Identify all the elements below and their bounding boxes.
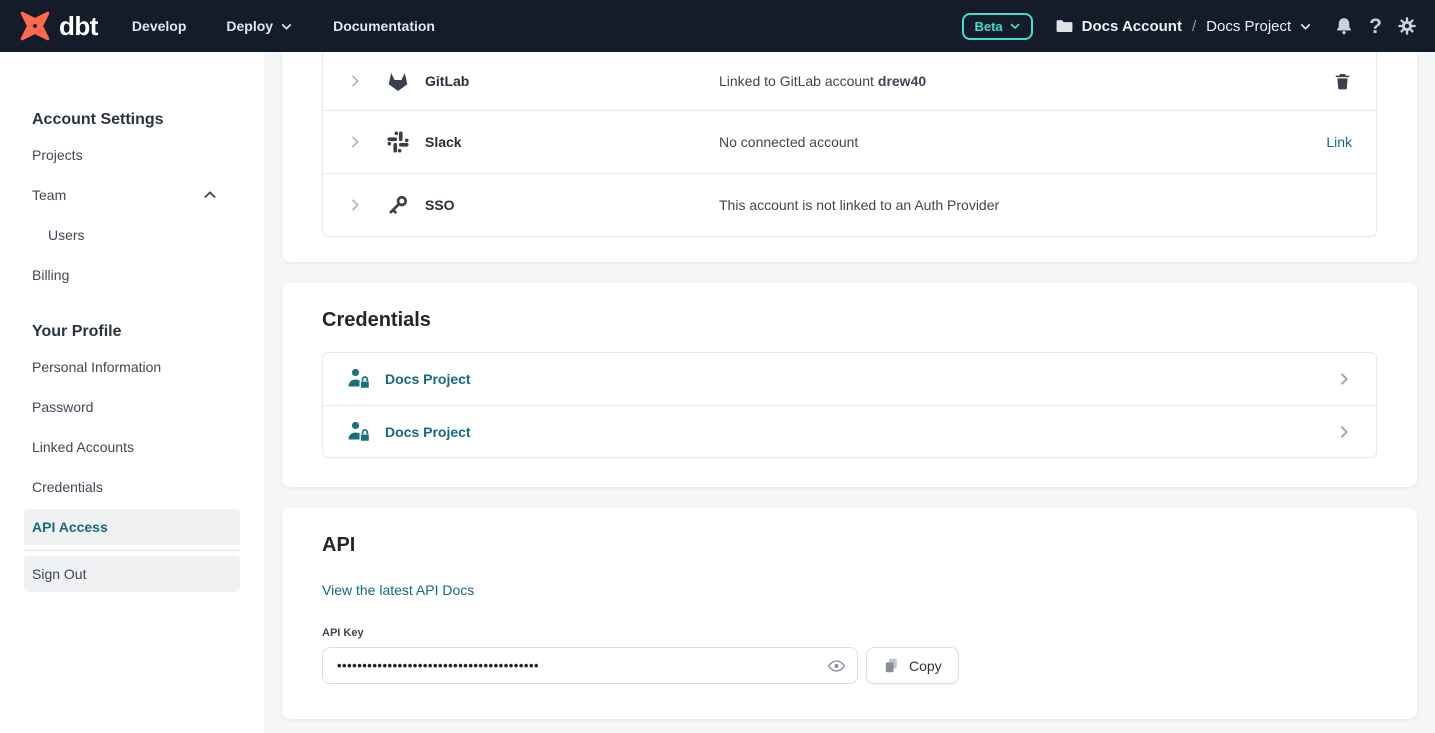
credentials-card: Credentials Docs Project: [282, 283, 1417, 487]
credential-row[interactable]: Docs Project: [323, 405, 1376, 457]
breadcrumb-separator: /: [1192, 18, 1196, 35]
api-key-label: API Key: [322, 627, 1377, 639]
account-status: Linked to GitLab accountdrew40: [719, 73, 1333, 89]
nav-items: Develop Deploy Documentation: [132, 18, 435, 34]
account-status: No connected account: [719, 134, 1326, 150]
table-row-gitlab: GitLab Linked to GitLab accountdrew40: [323, 52, 1376, 110]
sidebar-item-billing[interactable]: Billing: [0, 255, 264, 295]
chevron-up-icon: [202, 187, 218, 203]
api-docs-link[interactable]: View the latest API Docs: [322, 582, 474, 598]
reveal-eye-icon[interactable]: [827, 656, 846, 675]
navbar-right: Beta Docs Account / Docs Project ?: [962, 13, 1417, 40]
nav-documentation[interactable]: Documentation: [333, 18, 435, 34]
status-username: drew40: [878, 73, 926, 89]
expand-chevron-icon[interactable]: [347, 134, 363, 150]
credentials-table: Docs Project Docs Project: [322, 352, 1377, 458]
nav-develop[interactable]: Develop: [132, 18, 186, 34]
breadcrumb-project[interactable]: Docs Project: [1206, 18, 1291, 35]
api-card: API View the latest API Docs API Key: [282, 508, 1417, 719]
nav-deploy[interactable]: Deploy: [226, 18, 293, 34]
api-key-input-wrap: [322, 647, 858, 684]
key-icon: [385, 194, 411, 216]
nav-deploy-label: Deploy: [226, 18, 273, 34]
main-content: GitLab Linked to GitLab accountdrew40: [264, 52, 1435, 733]
breadcrumb: Docs Account / Docs Project: [1055, 17, 1313, 36]
table-row-sso: SSO This account is not linked to an Aut…: [323, 173, 1376, 236]
sidebar-heading-account-settings: Account Settings: [32, 111, 264, 129]
help-icon[interactable]: ?: [1369, 16, 1382, 37]
account-name: SSO: [425, 197, 719, 213]
sidebar-item-sign-out[interactable]: Sign Out: [24, 556, 240, 592]
beta-dropdown[interactable]: Beta: [962, 13, 1032, 40]
folder-icon: [1055, 17, 1074, 36]
sidebar-item-password[interactable]: Password: [0, 387, 264, 427]
user-lock-icon: [347, 367, 371, 391]
credentials-title: Credentials: [322, 309, 1377, 332]
copy-button[interactable]: Copy: [866, 647, 959, 684]
account-name: GitLab: [425, 73, 719, 89]
sidebar-item-projects[interactable]: Projects: [0, 135, 264, 175]
copy-icon: [883, 657, 900, 674]
account-status: This account is not linked to an Auth Pr…: [719, 197, 1352, 213]
credential-project-name: Docs Project: [385, 424, 1336, 440]
dbt-logo-text: dbt: [59, 11, 98, 42]
beta-label: Beta: [974, 19, 1002, 34]
account-name: Slack: [425, 134, 719, 150]
expand-chevron-icon[interactable]: [347, 197, 363, 213]
api-key-row: Copy: [322, 647, 1377, 684]
chevron-down-icon: [1009, 20, 1021, 32]
chevron-down-icon[interactable]: [1299, 20, 1312, 33]
settings-gear-icon[interactable]: [1397, 16, 1417, 36]
sidebar-divider: [24, 550, 240, 551]
notifications-bell-icon[interactable]: [1334, 16, 1354, 36]
api-key-input[interactable]: [322, 647, 858, 684]
chevron-right-icon: [1336, 371, 1352, 387]
table-row-slack: Slack No connected account Link: [323, 110, 1376, 173]
credential-row[interactable]: Docs Project: [323, 353, 1376, 405]
copy-button-label: Copy: [909, 658, 942, 674]
sidebar-item-api-access[interactable]: API Access: [24, 509, 240, 545]
sidebar-item-personal-information[interactable]: Personal Information: [0, 347, 264, 387]
sidebar-item-users[interactable]: Users: [0, 215, 264, 255]
top-navbar: dbt Develop Deploy Documentation Beta Do…: [0, 0, 1435, 52]
sidebar-item-team[interactable]: Team: [0, 175, 264, 215]
unlink-trash-icon[interactable]: [1333, 72, 1352, 91]
sidebar-item-linked-accounts[interactable]: Linked Accounts: [0, 427, 264, 467]
expand-chevron-icon[interactable]: [347, 73, 363, 89]
status-text: Linked to GitLab account: [719, 73, 874, 89]
link-account-button[interactable]: Link: [1326, 134, 1352, 150]
settings-sidebar: Account Settings Projects Team Users Bil…: [0, 52, 264, 733]
slack-icon: [385, 131, 411, 153]
credential-project-name: Docs Project: [385, 371, 1336, 387]
sidebar-item-credentials[interactable]: Credentials: [0, 467, 264, 507]
api-title: API: [322, 534, 1377, 557]
sidebar-item-team-label: Team: [32, 187, 66, 203]
user-lock-icon: [347, 420, 371, 444]
gitlab-icon: [385, 69, 411, 93]
breadcrumb-account[interactable]: Docs Account: [1082, 18, 1182, 35]
chevron-down-icon: [280, 20, 293, 33]
linked-accounts-card: GitLab Linked to GitLab accountdrew40: [282, 52, 1417, 262]
dbt-logo[interactable]: dbt: [18, 9, 98, 43]
navbar-icon-group: ?: [1334, 16, 1417, 37]
dbt-logo-icon: [18, 9, 52, 43]
sidebar-heading-your-profile: Your Profile: [32, 323, 264, 341]
linked-accounts-table: GitLab Linked to GitLab accountdrew40: [322, 52, 1377, 237]
chevron-right-icon: [1336, 424, 1352, 440]
